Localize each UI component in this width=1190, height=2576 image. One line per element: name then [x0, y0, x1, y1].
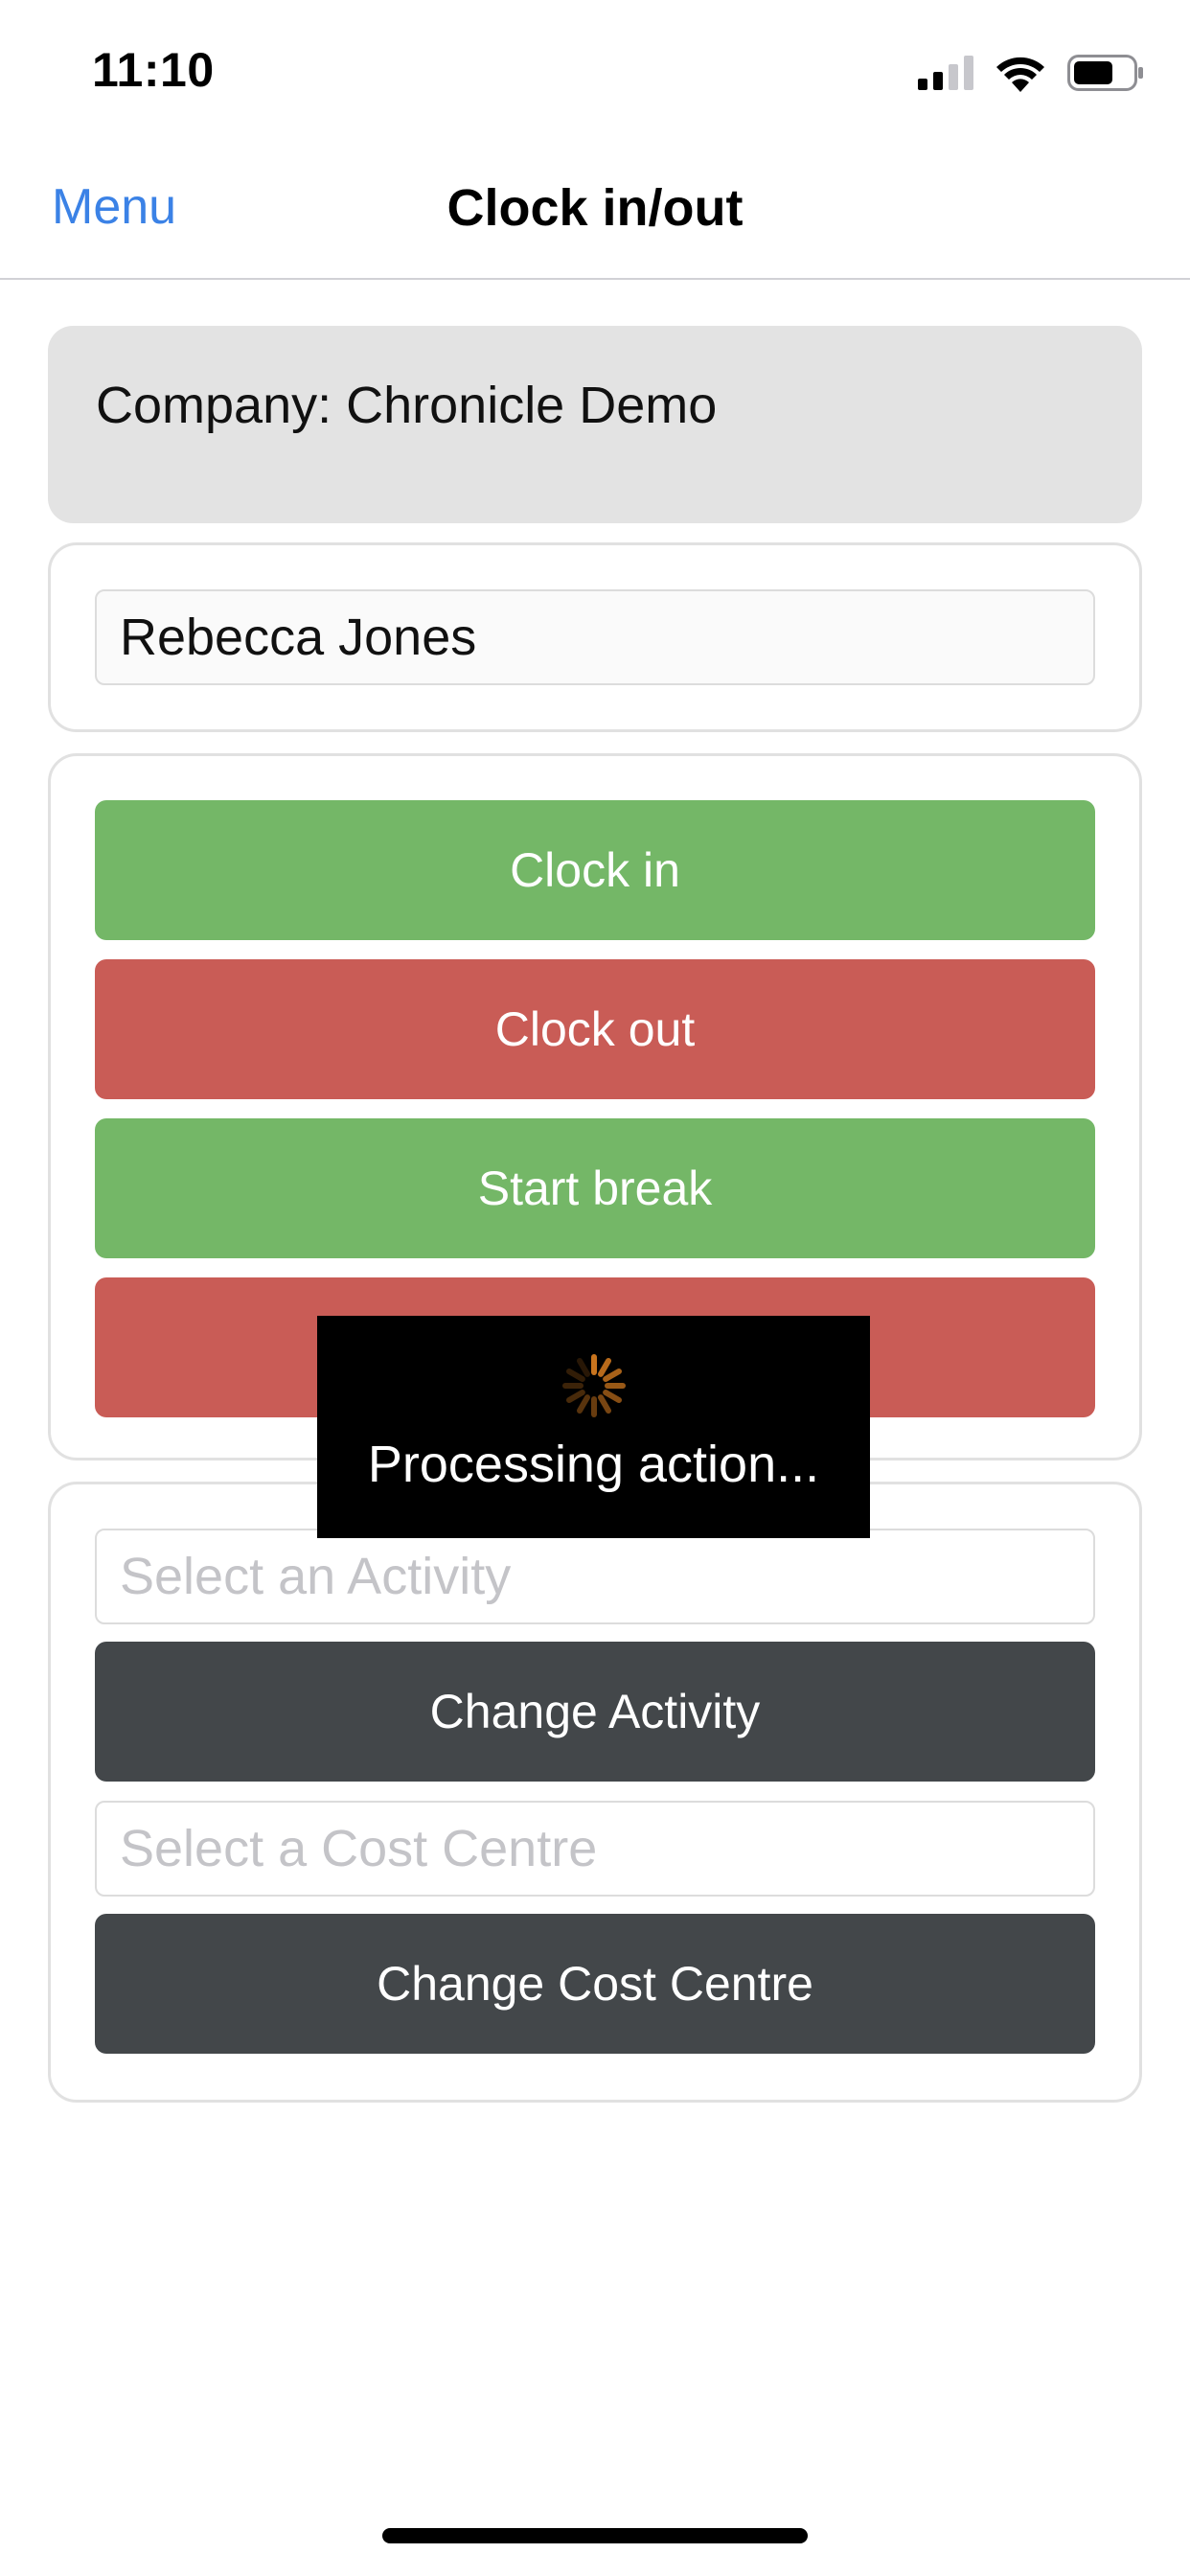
company-banner: Company: Chronicle Demo [48, 326, 1142, 523]
cellular-signal-icon [918, 56, 973, 90]
page-title: Clock in/out [446, 179, 744, 237]
employee-card: Rebecca Jones [48, 542, 1142, 732]
battery-icon [1067, 55, 1143, 91]
employee-name-field[interactable]: Rebecca Jones [95, 589, 1095, 685]
processing-overlay: Processing action... [317, 1316, 870, 1538]
status-icons [918, 54, 1144, 92]
clock-in-button[interactable]: Clock in [95, 800, 1095, 940]
home-indicator[interactable] [382, 2528, 808, 2543]
clock-in-out-screen: 11:10 Menu Clock in/out Company: Chronic… [0, 0, 1190, 2576]
cost-centre-select[interactable]: Select a Cost Centre [95, 1801, 1095, 1897]
clock-out-button[interactable]: Clock out [95, 959, 1095, 1099]
status-time: 11:10 [92, 43, 215, 97]
company-label: Company: Chronicle Demo [96, 377, 718, 434]
wifi-icon [996, 57, 1044, 92]
navigation-bar: Menu Clock in/out [0, 144, 1190, 280]
processing-message: Processing action... [367, 1436, 820, 1493]
spinner-icon [562, 1354, 626, 1417]
change-cost-centre-button[interactable]: Change Cost Centre [95, 1914, 1095, 2054]
change-activity-button[interactable]: Change Activity [95, 1642, 1095, 1782]
start-break-button[interactable]: Start break [95, 1118, 1095, 1258]
options-card: Select an Activity Change Activity Selec… [48, 1482, 1142, 2103]
status-bar: 11:10 [0, 0, 1190, 144]
activity-select[interactable]: Select an Activity [95, 1529, 1095, 1624]
